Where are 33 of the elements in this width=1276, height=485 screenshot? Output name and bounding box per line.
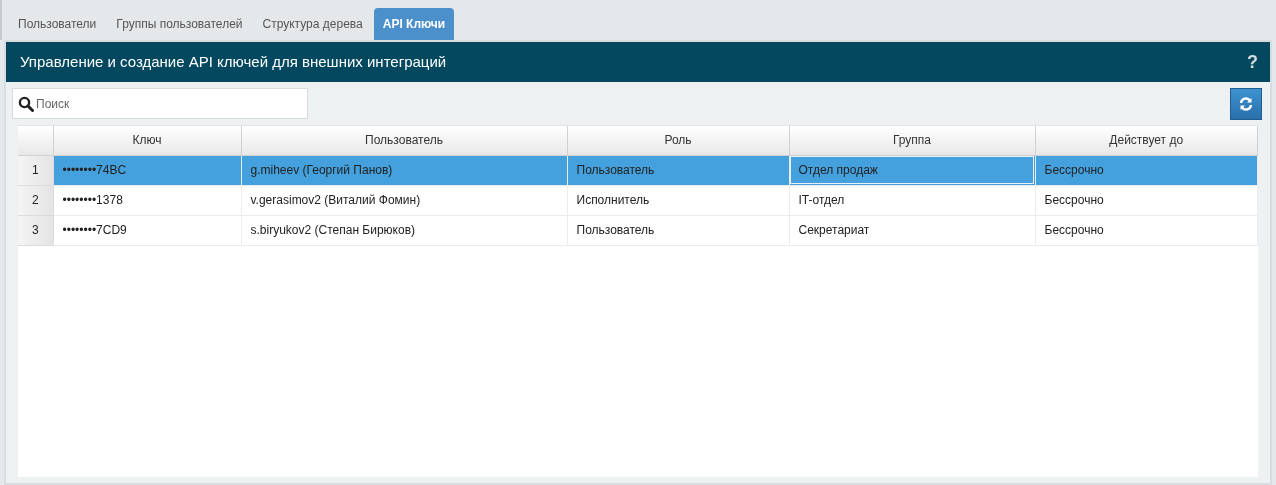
column-header[interactable]: Действует до [1035, 126, 1258, 155]
corner-header [18, 126, 53, 155]
tab[interactable]: Группы пользователей [107, 8, 252, 40]
table-cell[interactable]: Секретариат [789, 215, 1035, 245]
table-cell[interactable]: ••••••••1378 [53, 185, 241, 215]
column-header[interactable]: Ключ [53, 126, 241, 155]
table-cell[interactable]: g.miheev (Георгий Панов) [241, 155, 567, 185]
column-header[interactable]: Группа [789, 126, 1035, 155]
refresh-icon [1239, 96, 1253, 111]
panel-title: Управление и создание API ключей для внешних интеграций [20, 51, 447, 72]
help-button[interactable]: ? [1247, 53, 1258, 71]
row-number: 3 [18, 215, 53, 245]
row-number: 2 [18, 185, 53, 215]
tab[interactable]: Пользователи [9, 8, 106, 40]
column-header[interactable]: Роль [567, 126, 789, 155]
table-cell[interactable]: Бессрочно [1035, 215, 1258, 245]
table-cell[interactable]: v.gerasimov2 (Виталий Фомин) [241, 185, 567, 215]
table-cell[interactable]: ••••••••7CD9 [53, 215, 241, 245]
table-cell[interactable]: Исполнитель [567, 185, 789, 215]
table-cell[interactable]: Пользователь [567, 155, 789, 185]
table-cell[interactable]: Бессрочно [1035, 185, 1258, 215]
row-number: 1 [18, 155, 53, 185]
table-cell[interactable]: ••••••••74BC [53, 155, 241, 185]
table-cell[interactable]: Отдел продаж [789, 155, 1035, 185]
table-cell[interactable]: Бессрочно [1035, 155, 1258, 185]
search-field[interactable]: Поиск [12, 88, 308, 119]
column-header[interactable]: Пользователь [241, 126, 567, 155]
table-cell[interactable]: IT-отдел [789, 185, 1035, 215]
table-cell[interactable]: s.biryukov2 (Степан Бирюков) [241, 215, 567, 245]
tab[interactable]: Структура дерева [253, 8, 372, 40]
table-cell[interactable]: Пользователь [567, 215, 789, 245]
refresh-button[interactable] [1230, 87, 1262, 120]
search-icon [18, 96, 34, 112]
